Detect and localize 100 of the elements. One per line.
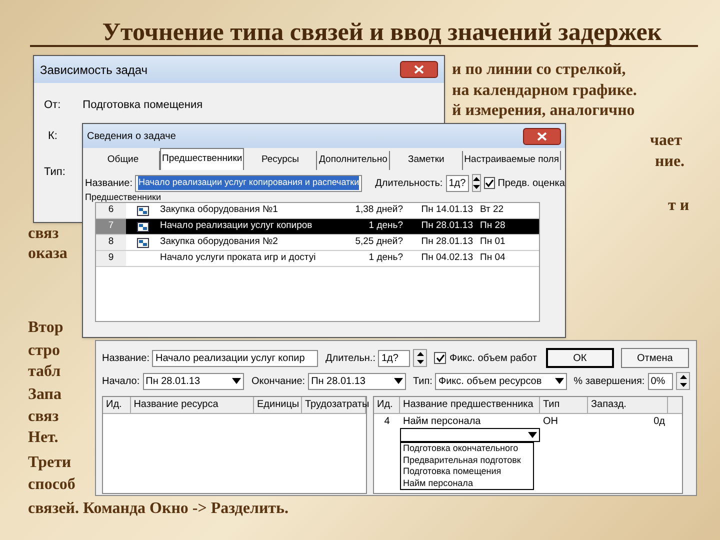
slide-text: Запа (28, 385, 62, 404)
slide-text: связ (28, 224, 59, 243)
predecessor-combo[interactable] (400, 428, 540, 442)
table-cell-text: 4 (383, 415, 391, 428)
column-header: Ид. (103, 397, 131, 413)
table-cell-text: 1,38 дней? (354, 203, 404, 217)
tab[interactable]: Предшественники (160, 148, 244, 170)
field-label: Тип: (44, 166, 66, 178)
dropdown-option[interactable]: Предварительная подготовк (401, 454, 533, 466)
row-number: 8 (96, 235, 126, 250)
cancel-button[interactable]: Отмена (620, 348, 689, 368)
table-cell-text: Начало услуги проката игр и достуі (160, 251, 317, 265)
field-label: К: (48, 130, 58, 142)
field-label: От: (44, 98, 61, 113)
table-cell-text: Пн 14.01.13 (420, 203, 474, 217)
field-label: Окончание: (251, 374, 306, 388)
slide-text: ние. (655, 152, 685, 171)
up-arrow-icon (416, 352, 424, 356)
slide-text: т и (668, 196, 690, 215)
up-arrow-icon (680, 375, 687, 379)
slide-text: й измерения, аналогично (452, 101, 635, 120)
complete-field[interactable]: 0% (648, 372, 674, 390)
start-field[interactable]: Пн 28.01.13 (142, 372, 244, 390)
type-field[interactable]: Фикс. объем ресурсов (435, 372, 567, 390)
down-arrow-icon (680, 383, 687, 387)
tab[interactable]: Дополнительно (317, 151, 390, 170)
close-button[interactable] (523, 128, 561, 144)
field-label: Название: (102, 352, 150, 366)
table-cell-text: Пн 04.02.13 (420, 251, 474, 265)
close-button[interactable] (400, 61, 438, 78)
column-header: Ид. (374, 397, 400, 413)
window-title: Зависимость задач (40, 62, 148, 78)
finish-field[interactable]: Пн 28.01.13 (308, 372, 406, 390)
field-label: Начало: (102, 374, 140, 388)
table-cell-text: 5,25 дней? (354, 235, 404, 249)
table-cell-text: Закупка оборудования №2 (160, 235, 279, 249)
table-row[interactable]: 7 Начало реализации услуг копиров 1 день? Пн 28.01.13 Пн 28 (96, 219, 539, 235)
column-header: Единицы (254, 397, 302, 413)
table-cell-text: 0д (652, 415, 666, 428)
table-cell-text: 1 день? (368, 251, 404, 265)
dropdown-arrow-icon (554, 378, 564, 384)
checkbox-label: Предв. оценка (498, 176, 565, 190)
slide-text: и по линии со стрелкой, (452, 60, 626, 79)
down-arrow-icon (472, 185, 480, 189)
dropdown-option[interactable]: Подготовка окончательного (401, 443, 533, 454)
tab[interactable]: Настраиваемые поля (463, 151, 561, 170)
dropdown-arrow-icon (394, 378, 404, 384)
table-cell-text: Пн 28.01.13 (420, 219, 474, 233)
table-row[interactable]: 9 Начало услуги проката игр и достуі 1 день? Пн 04.02.13 Пн 04 (96, 251, 539, 267)
table-cell-text: ОН (542, 415, 559, 428)
column-header: Название предшественника (400, 397, 540, 413)
column-header: Запазд. (588, 397, 668, 413)
slide-text: табл (28, 362, 61, 381)
window-title: Сведения о задаче (87, 130, 176, 144)
spin-button[interactable] (676, 372, 690, 390)
dropdown-option[interactable]: Найм персонала (401, 478, 533, 489)
field-value: Подготовка помещения (82, 98, 203, 113)
table-cell-text: Найм персонала (402, 415, 482, 428)
slide-text: чает (650, 131, 682, 150)
row-number: 9 (96, 251, 126, 266)
spin-button[interactable] (472, 174, 481, 192)
table-cell-text: Закупка оборудования №1 (160, 203, 279, 217)
section-label: Предшественники (85, 192, 161, 202)
table-row[interactable]: 6 Закупка оборудования №1 1,38 дней? Пн 14.01.13 Вт 22 (96, 203, 539, 219)
name-field[interactable]: Начало реализации услуг копир (152, 350, 318, 366)
spin-button[interactable] (413, 349, 428, 367)
table-cell-text: Пн 01 (479, 235, 506, 249)
down-arrow-icon (416, 360, 424, 364)
column-header: Название ресурса (130, 397, 254, 413)
slide-text: оказа (28, 244, 68, 263)
field-label: Название: (85, 176, 132, 190)
dropdown-arrow-icon (232, 378, 242, 384)
field-label: Длительн.: (325, 352, 376, 366)
table-cell-text: Пн 28 (479, 219, 506, 233)
field-label: % завершения: (574, 374, 645, 388)
checkbox[interactable] (484, 177, 495, 189)
checkbox[interactable] (434, 352, 446, 364)
field-label: Тип: (413, 374, 432, 388)
close-icon (537, 132, 547, 140)
duration-field[interactable]: 1д? (378, 350, 410, 366)
name-field[interactable]: Начало реализации услуг копирования и распечатки (135, 174, 362, 192)
close-icon (414, 65, 424, 74)
table-cell-text: Начало реализации услуг копиров (160, 219, 314, 233)
row-number: 7 (96, 219, 126, 234)
table-cell-text: Вт 22 (479, 203, 505, 217)
slide-text: связ (28, 407, 59, 426)
ok-button[interactable]: ОК (546, 348, 614, 368)
duration-field[interactable]: 1д? (446, 174, 469, 192)
column-header: Трудозатраты (302, 397, 366, 413)
table-cell-text: 1 день? (368, 219, 404, 233)
slide-text: стро (28, 341, 60, 360)
up-arrow-icon (472, 177, 480, 181)
field-label: Длительность: (375, 176, 443, 190)
table-cell-text: Пн 28.01.13 (420, 235, 474, 249)
column-header: Тип (540, 397, 588, 413)
slide-text: Втор (28, 318, 64, 337)
dropdown-option[interactable]: Подготовка помещения (401, 466, 533, 478)
dropdown-arrow-icon (528, 432, 537, 438)
table-row[interactable]: 8 Закупка оборудования №2 5,25 дней? Пн 28.01.13 Пн 01 (96, 235, 539, 251)
slide-text: способ (28, 475, 76, 494)
